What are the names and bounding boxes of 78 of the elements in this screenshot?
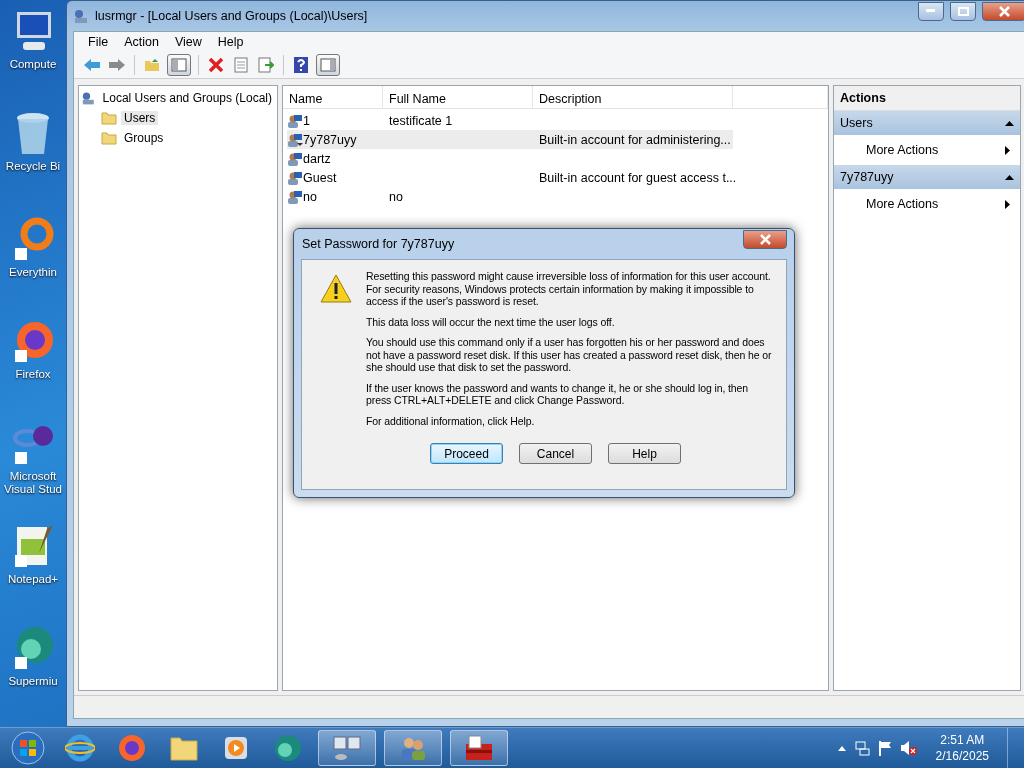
dialog-button[interactable]: Cancel (519, 443, 592, 464)
tree-item[interactable]: Local Users and Groups (Local) (99, 91, 275, 105)
close-button[interactable] (743, 229, 787, 249)
folder-icon (101, 131, 117, 145)
maximize-icon (957, 6, 969, 16)
show-tree-button[interactable] (167, 54, 191, 76)
toolbox-icon[interactable] (450, 730, 508, 766)
menu-item[interactable]: Help (209, 35, 252, 49)
message-paragraph: If the user knows the password and wants to change it, he or she should log in, then press CTRL+ALT+DELETE and click Change Password. (366, 381, 750, 407)
list-row[interactable]: 7y787uyy Built-in account for administering... (287, 130, 733, 149)
show-action-pane-button[interactable] (316, 54, 340, 76)
user-icon (287, 131, 303, 148)
computer-management-icon[interactable] (318, 730, 376, 766)
action-item[interactable]: More Actions (834, 135, 1020, 165)
desktop-icon-label[interactable]: Recycle Bi (0, 160, 66, 174)
menu-item[interactable]: View (166, 35, 210, 49)
list-row[interactable]: 1 testificate 1 (287, 111, 733, 130)
close-button[interactable] (982, 1, 1024, 21)
table-cell: dartz (303, 151, 331, 166)
menu-item[interactable]: Action (116, 35, 167, 49)
desktop-icon-label[interactable]: Microsoft Visual Stud (0, 470, 66, 497)
user-icon (287, 188, 303, 205)
desktop-icon-label[interactable]: Notepad+ (0, 572, 66, 586)
warning-icon (320, 274, 352, 304)
export-button[interactable] (256, 54, 276, 76)
submenu-arrow-icon (1003, 199, 1012, 209)
message-paragraph: For additional information, click Help. (366, 414, 536, 427)
tree-item[interactable]: Users (121, 111, 159, 125)
section-header[interactable]: 7y787uyy (834, 165, 1020, 189)
section-header[interactable]: Users (834, 111, 1020, 135)
message-paragraph: Resetting this password might cause irreversible loss of information for this user account. For security reasons, Windows protects certain information by making it impossible to access if the user's password is reset. (366, 270, 772, 308)
volume-muted-icon[interactable] (899, 740, 918, 756)
network-icon[interactable] (853, 740, 870, 756)
desktop-icon-label[interactable]: Firefox (0, 368, 66, 382)
table-cell: testificate 1 (389, 113, 453, 128)
column-header[interactable]: Full Name (383, 86, 533, 108)
help-button[interactable] (291, 54, 311, 76)
minimize-icon (926, 9, 936, 13)
users-icon (73, 8, 89, 24)
dialog-button[interactable]: Help (608, 443, 681, 464)
flag-icon[interactable] (877, 740, 892, 756)
column-header[interactable]: Name (283, 86, 383, 108)
desktop-icon-label[interactable]: Compute (0, 58, 66, 71)
collapse-icon (1005, 172, 1014, 182)
menu-item[interactable]: File (80, 35, 117, 49)
table-cell: no (389, 189, 403, 204)
user-icon (287, 112, 303, 129)
column-header[interactable]: Description (533, 86, 733, 108)
user-icon (287, 150, 303, 167)
minimize-button[interactable] (918, 1, 944, 21)
user-icon (287, 169, 303, 186)
users-icon (81, 90, 96, 106)
list-row[interactable]: dartz (287, 149, 733, 168)
close-icon (998, 5, 1010, 17)
tree-item[interactable]: Groups (121, 131, 167, 145)
message-paragraph: This data loss will occur the next time the user logs off. (366, 315, 616, 328)
desktop-icon-label[interactable]: Supermiu (0, 674, 66, 688)
clock[interactable]: 2:51 AM 2/16/2025 (935, 732, 989, 764)
action-item[interactable]: More Actions (834, 189, 1020, 219)
users-icon[interactable] (384, 730, 442, 766)
dialog-button[interactable]: Proceed (430, 443, 503, 464)
maximize-button[interactable] (950, 1, 976, 21)
collapse-icon (1005, 118, 1014, 128)
tray-expand-icon[interactable] (837, 745, 846, 751)
submenu-arrow-icon (1003, 145, 1012, 155)
table-cell: no (303, 189, 317, 204)
desktop-icon-label[interactable]: Everythin (0, 266, 66, 280)
message-paragraph: You should use this command only if a user has forgotten his or her password and does not have a password reset disk. If this user has created a password reset disk, then he or she should use that disk to set the password. (366, 336, 772, 374)
window-title: lusrmgr - [Local Users and Groups (Local)\Users] (95, 9, 369, 23)
list-row[interactable]: no no (287, 187, 733, 206)
folder-icon (101, 111, 117, 125)
dialog-title: Set Password for 7y787uyy (301, 237, 455, 251)
table-cell: Guest (303, 170, 337, 185)
table-cell: 7y787uyy (303, 132, 357, 147)
table-cell: 1 (303, 113, 310, 128)
table-cell: Built-in account for administering... (539, 132, 731, 147)
close-icon (759, 233, 771, 245)
pane-title: Actions (834, 86, 1020, 111)
